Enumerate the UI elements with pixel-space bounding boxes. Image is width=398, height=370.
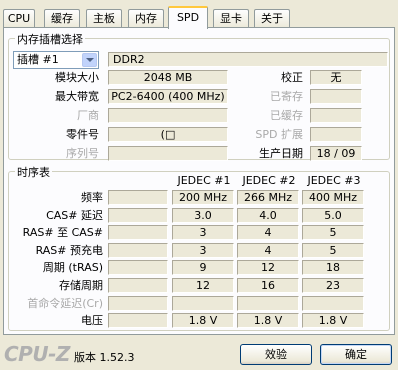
memory-type-value: DDR2 (108, 52, 388, 67)
slot-select-value: 插槽 #1 (17, 53, 59, 66)
timing-row-blank-cell (108, 260, 168, 275)
timing-value-cell: 1.8 V (172, 313, 234, 328)
timing-value-cell: 18 (302, 260, 364, 275)
tab-mainboard[interactable]: 主板 (86, 9, 122, 28)
jedec-2-header: JEDEC #2 (242, 174, 296, 187)
cpu-z-logo: CPU-Z (4, 342, 70, 366)
timing-value-cell: 4 (237, 243, 299, 258)
mfg-date-value: 18 / 09 (310, 146, 362, 161)
jedec-3-header: JEDEC #3 (307, 174, 361, 187)
tab-bar: CPU 缓存 主板 内存 SPD 显卡 关于 (3, 6, 395, 29)
timing-value-cell: 12 (172, 278, 234, 293)
timing-row-blank-cell (108, 190, 168, 205)
timing-value-cell: 3 (172, 225, 234, 240)
timing-value-cell (302, 296, 364, 311)
timing-value-cell: 266 MHz (237, 190, 299, 205)
timing-row-blank-cell (108, 278, 168, 293)
chevron-down-icon[interactable] (82, 53, 97, 67)
timing-value-cell: 5 (302, 243, 364, 258)
timing-value-cell: 1.8 V (302, 313, 364, 328)
spd-ext-value (310, 127, 362, 142)
timing-row-label: CAS# 延迟 (46, 209, 103, 222)
slot-select[interactable]: 插槽 #1 (13, 51, 99, 69)
timing-value-cell: 9 (172, 260, 234, 275)
timing-row-label: 频率 (81, 191, 103, 204)
timing-value-cell (237, 296, 299, 311)
timing-value-cell: 5 (302, 225, 364, 240)
version-label: 版本 1.52.3 (74, 351, 135, 364)
validate-button[interactable]: 效验 (240, 344, 312, 365)
tab-cache[interactable]: 缓存 (44, 9, 80, 28)
timing-value-cell: 23 (302, 278, 364, 293)
max-bandwidth-value: PC2-6400 (400 MHz) (108, 89, 228, 104)
timing-row-blank-cell (108, 243, 168, 258)
ecc-value: 无 (310, 70, 362, 85)
timing-value-cell: 4 (237, 225, 299, 240)
tab-graphics[interactable]: 显卡 (213, 9, 249, 28)
tab-memory[interactable]: 内存 (128, 9, 164, 28)
max-bandwidth-label: 最大带宽 (55, 90, 99, 103)
ecc-label: 校正 (281, 71, 303, 84)
registered-label: 已寄存 (270, 90, 303, 103)
tab-cpu[interactable]: CPU (3, 9, 35, 28)
timing-value-cell: 1.8 V (237, 313, 299, 328)
registered-value (310, 89, 362, 104)
timing-row-blank-cell (108, 225, 168, 240)
manufacturer-label: 厂商 (77, 109, 99, 122)
jedec-1-header: JEDEC #1 (177, 174, 231, 187)
timings-group: 时序表 JEDEC #1 JEDEC #2 JEDEC #3 频率 200 MHz… (8, 164, 390, 331)
footer-bar: CPU-Z 版本 1.52.3 效验 确定 (0, 338, 398, 370)
serial-number-label: 序列号 (66, 147, 99, 160)
spd-panel: 内存插槽选择 插槽 #1 DDR2 模块大小 2048 MB 最大带宽 PC2-… (3, 27, 395, 335)
timing-value-cell: 4.0 (237, 208, 299, 223)
timing-row-label: 电压 (81, 314, 103, 327)
spd-ext-label: SPD 扩展 (255, 128, 303, 141)
timing-value-cell (172, 296, 234, 311)
timing-value-cell: 12 (237, 260, 299, 275)
timing-row-label: 首命令延迟(Cr) (27, 297, 103, 310)
timing-row-blank-cell (108, 296, 168, 311)
timing-row-blank-cell (108, 313, 168, 328)
timings-group-legend: 时序表 (15, 164, 52, 180)
timing-value-cell: 200 MHz (172, 190, 234, 205)
buffered-label: 已缓存 (270, 109, 303, 122)
timing-row-label: RAS# 至 CAS# (22, 226, 103, 239)
module-size-label: 模块大小 (55, 71, 99, 84)
timing-value-cell: 5.0 (302, 208, 364, 223)
slot-selection-group: 内存插槽选择 插槽 #1 DDR2 模块大小 2048 MB 最大带宽 PC2-… (8, 31, 390, 161)
timing-value-cell: 3 (172, 243, 234, 258)
part-number-label: 零件号 (66, 128, 99, 141)
serial-number-value (108, 146, 228, 161)
timing-value-cell: 16 (237, 278, 299, 293)
mfg-date-label: 生产日期 (259, 147, 303, 160)
module-size-value: 2048 MB (108, 70, 228, 85)
manufacturer-value (108, 108, 228, 123)
timing-value-cell: 400 MHz (302, 190, 364, 205)
timing-value-cell: 3.0 (172, 208, 234, 223)
timing-row-blank-cell (108, 208, 168, 223)
slot-group-legend: 内存插槽选择 (15, 31, 85, 47)
buffered-value (310, 108, 362, 123)
timing-row-label: RAS# 预充电 (35, 244, 103, 257)
part-number-value: (□ (108, 127, 228, 142)
timing-row-label: 周期 (tRAS) (42, 261, 103, 274)
timing-row-label: 存储周期 (59, 279, 103, 292)
tab-about[interactable]: 关于 (254, 9, 290, 28)
ok-button[interactable]: 确定 (320, 344, 392, 365)
tab-spd[interactable]: SPD (168, 6, 208, 29)
